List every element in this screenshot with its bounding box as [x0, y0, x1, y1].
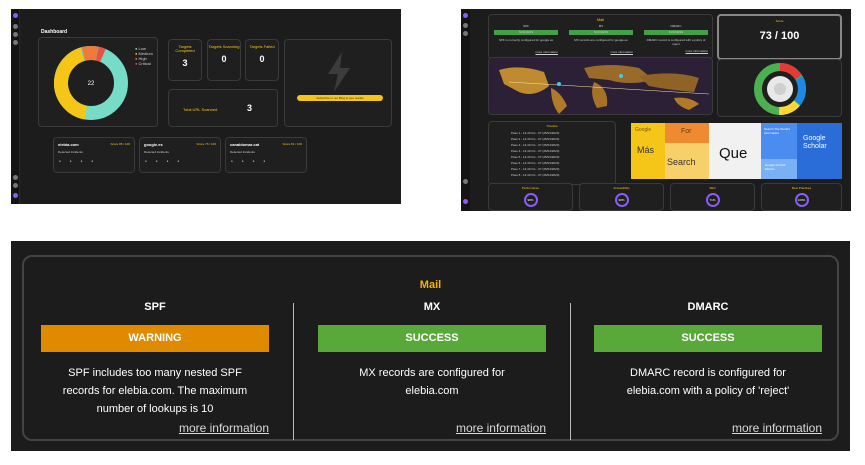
timeline-entry: Paso 8 - 14:40 hrs - 07 (25/04/2023): [511, 173, 560, 177]
stat-card-scanning: Targets Scanning 0: [207, 39, 241, 81]
dmarc-more-information-link[interactable]: more information: [594, 421, 822, 435]
domain-card-elebia[interactable]: elebia.com Score 85 / 100 Detected Incid…: [53, 137, 135, 173]
category-ring-chart: [754, 63, 806, 115]
logout-icon[interactable]: [13, 193, 18, 198]
gauge-card-accessibility: Accessibility 98%: [579, 183, 664, 211]
logo-icon: [13, 13, 18, 18]
stat-value: 0: [221, 54, 227, 64]
dmarc-heading: DMARC: [687, 301, 729, 313]
user-icon[interactable]: [13, 175, 18, 180]
severity-donut-chart: 22: [54, 45, 128, 120]
mx-description: MX records are configured for elebia.com: [359, 367, 505, 397]
category-ring-card: [717, 59, 842, 117]
column-divider: [293, 303, 294, 440]
spf-status-badge: WARNING: [41, 325, 269, 352]
domain-card-canaldomar[interactable]: canaldomar.cat Score 81 / 100 Detected I…: [225, 137, 307, 173]
user-icon[interactable]: [463, 179, 468, 184]
mail-panel: Mail SPF WARNING SPF includes too many n…: [11, 241, 850, 451]
mini-mail-card: Mail SPF SUCCESS SPF is correctly config…: [488, 14, 713, 60]
mail-card: Mail SPF WARNING SPF includes too many n…: [22, 255, 839, 441]
stat-card-completed: Targets Completed 3: [168, 39, 202, 81]
help-icon[interactable]: [13, 183, 18, 188]
dashboard-screenshot: Dashboard 22 ● Low ● Medium ● High ● Cri…: [11, 9, 401, 204]
home-icon[interactable]: [13, 24, 18, 29]
timeline-card: Timeline Paso 1 - 14:40 hrs - 07 (25/04/…: [488, 121, 616, 185]
spf-heading: SPF: [144, 301, 166, 313]
logout-icon[interactable]: [463, 199, 468, 204]
mail-title: Mail: [419, 279, 442, 291]
stat-label: Targets Scanning: [208, 44, 240, 49]
score-value: 73 / 100: [759, 30, 800, 42]
spf-more-information-link[interactable]: more information: [41, 421, 269, 435]
domain-card-google[interactable]: google.es Score 76 / 100 Detected Incide…: [139, 137, 221, 173]
urls-scanned-card: Total URL Scanned 3: [168, 89, 278, 127]
timeline-list: Paso 1 - 14:40 hrs - 07 (25/04/2023) Pas…: [511, 130, 559, 178]
grid-icon[interactable]: [463, 31, 468, 36]
dmarc-status-badge: SUCCESS: [594, 325, 822, 352]
logo-icon: [463, 13, 468, 18]
sidebar-rail: [461, 9, 470, 211]
promo-card: Subscribe to our Blog to see results: [284, 39, 392, 127]
urls-label: Total URL Scanned: [183, 107, 218, 112]
spf-description: SPF includes too many nested SPF records…: [62, 367, 248, 415]
severity-donut-card: 22 ● Low ● Medium ● High ● Critical: [38, 37, 158, 127]
mx-status-badge: SUCCESS: [318, 325, 546, 352]
stat-value: 0: [259, 54, 265, 64]
gauge-card-seo: SEO 71%: [670, 183, 755, 211]
grid-icon[interactable]: [13, 32, 18, 37]
word-cloud: Google For Más Search Que Search The Wor…: [631, 123, 842, 179]
world-map-graphic: [489, 58, 712, 114]
gauge-card-best-practices: Best Practices 100%: [761, 183, 842, 211]
stat-label: Targets Completed: [175, 44, 195, 53]
overview-screenshot: Mail SPF SUCCESS SPF is correctly config…: [461, 9, 851, 211]
home-icon[interactable]: [463, 23, 468, 28]
world-map[interactable]: [488, 57, 713, 115]
column-divider: [570, 303, 571, 440]
dmarc-description: DMARC record is configured for elebia.co…: [626, 367, 790, 397]
sidebar-rail: [11, 9, 20, 204]
urls-value: 3: [247, 103, 253, 113]
stat-value: 3: [182, 58, 188, 68]
page-title: Dashboard: [41, 29, 68, 35]
settings-icon[interactable]: [13, 40, 18, 45]
stat-label: Targets Failed: [249, 44, 275, 49]
lightning-icon: [328, 52, 350, 92]
mx-more-information-link[interactable]: more information: [318, 421, 546, 435]
donut-center-value: 22: [88, 81, 95, 87]
donut-legend: ● Low ● Medium ● High ● Critical: [135, 46, 153, 66]
promo-button[interactable]: Subscribe to our Blog to see results: [297, 95, 383, 101]
stat-card-failed: Targets Failed 0: [245, 39, 279, 81]
gauge-card-performance: Performance 98%: [488, 183, 573, 211]
legend-critical: Critical: [138, 61, 151, 66]
score-card: Score 73 / 100: [717, 14, 842, 60]
mx-heading: MX: [423, 301, 441, 313]
